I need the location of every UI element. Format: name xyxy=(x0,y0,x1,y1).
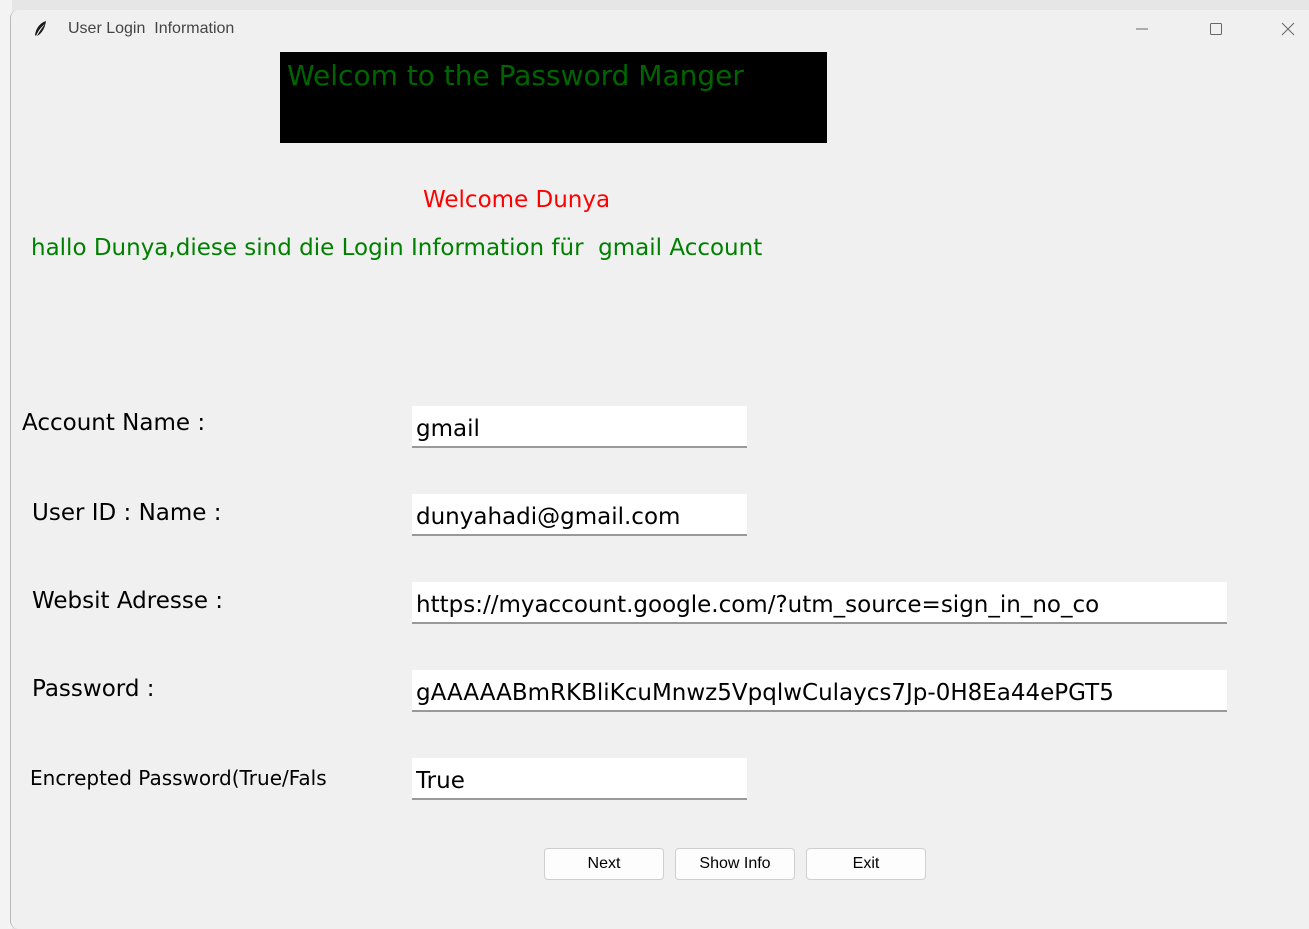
maximize-button[interactable] xyxy=(1193,10,1239,50)
title-bar[interactable]: User Login Information xyxy=(11,10,1309,50)
website-address-label: Websit Adresse : xyxy=(32,588,224,614)
window-title: User Login Information xyxy=(68,20,235,37)
feather-icon xyxy=(31,19,51,39)
close-button[interactable] xyxy=(1265,10,1309,50)
close-icon xyxy=(1281,21,1295,40)
password-label: Password : xyxy=(32,676,155,702)
website-address-field[interactable] xyxy=(412,582,1227,624)
exit-button[interactable]: Exit xyxy=(806,848,926,880)
account-name-field[interactable] xyxy=(412,406,747,448)
minimize-icon xyxy=(1135,21,1149,40)
welcome-user-label: Welcome Dunya xyxy=(423,187,611,213)
password-field[interactable] xyxy=(412,670,1227,712)
banner-title: Welcom to the Password Manger xyxy=(287,59,744,92)
user-id-field[interactable] xyxy=(412,494,747,536)
account-name-label: Account Name : xyxy=(22,410,206,436)
show-info-button[interactable]: Show Info xyxy=(675,848,795,880)
next-button[interactable]: Next xyxy=(544,848,664,880)
login-info-window: User Login Information Welcom to the Pas… xyxy=(10,10,1309,929)
encrypted-password-label: Encrepted Password(True/Fals xyxy=(30,766,327,790)
maximize-icon xyxy=(1209,21,1223,40)
welcome-banner: Welcom to the Password Manger xyxy=(280,52,827,143)
user-id-label: User ID : Name : xyxy=(32,500,222,526)
encrypted-password-field[interactable] xyxy=(412,758,747,800)
login-info-message: hallo Dunya,diese sind die Login Informa… xyxy=(31,235,763,261)
minimize-button[interactable] xyxy=(1119,10,1165,50)
